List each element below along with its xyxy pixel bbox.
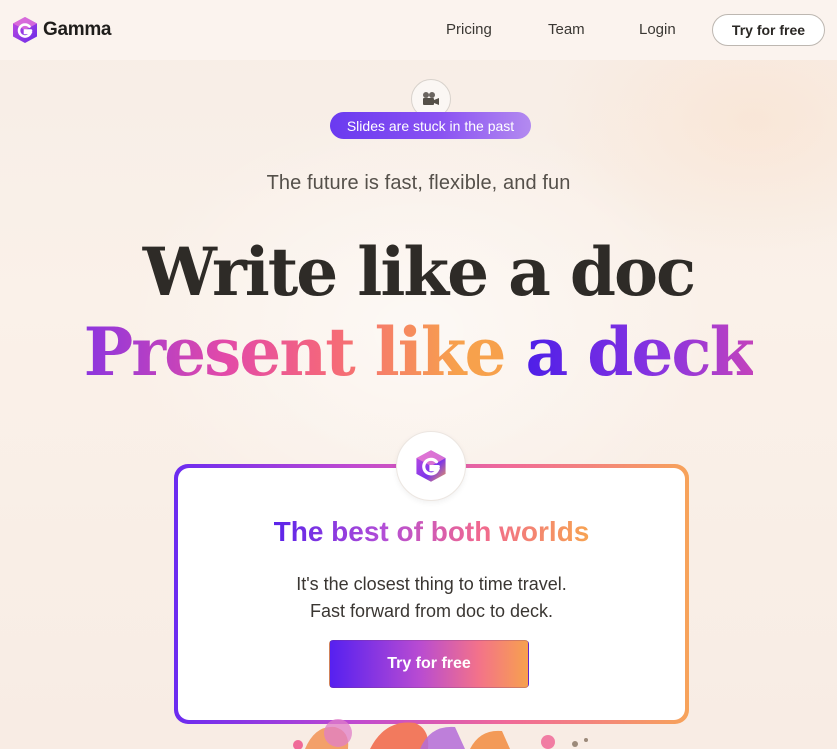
card-line-1: It's the closest thing to time travel. — [296, 574, 567, 594]
card-try-for-free-button[interactable]: Try for free — [329, 640, 529, 688]
gamma-logo-icon — [13, 17, 37, 43]
nav-pricing-link[interactable]: Pricing — [446, 21, 492, 38]
header-try-for-free-button[interactable]: Try for free — [712, 14, 825, 46]
video-camera-icon — [423, 92, 439, 105]
slides-stuck-pill: Slides are stuck in the past — [330, 112, 531, 139]
headline-present-like-a-deck: Present like a deck — [0, 312, 837, 392]
headline-write-like-a-doc: Write like a doc — [142, 233, 696, 311]
card-line-2: Fast forward from doc to deck. — [309, 601, 554, 621]
card-logo-circle — [396, 431, 466, 501]
gamma-logo-icon — [416, 450, 446, 482]
best-of-both-worlds-card: The best of both worlds It's the closest… — [174, 464, 689, 724]
card-title: The best of both worlds — [178, 516, 685, 548]
top-nav-bar: Gamma Pricing Team Login Try for free — [0, 0, 837, 60]
card-title-text: The best of both worlds — [273, 516, 590, 547]
headline-gradient-text: Present like a deck — [83, 313, 756, 391]
brand-name: Gamma — [43, 19, 112, 40]
hero-tagline: The future is fast, flexible, and fun — [266, 172, 571, 194]
nav-login-link[interactable]: Login — [639, 21, 676, 38]
nav-team-link[interactable]: Team — [548, 21, 585, 38]
decorative-shapes — [293, 719, 588, 749]
brand-logo[interactable]: Gamma — [11, 16, 112, 44]
card-body: The best of both worlds It's the closest… — [178, 468, 685, 720]
